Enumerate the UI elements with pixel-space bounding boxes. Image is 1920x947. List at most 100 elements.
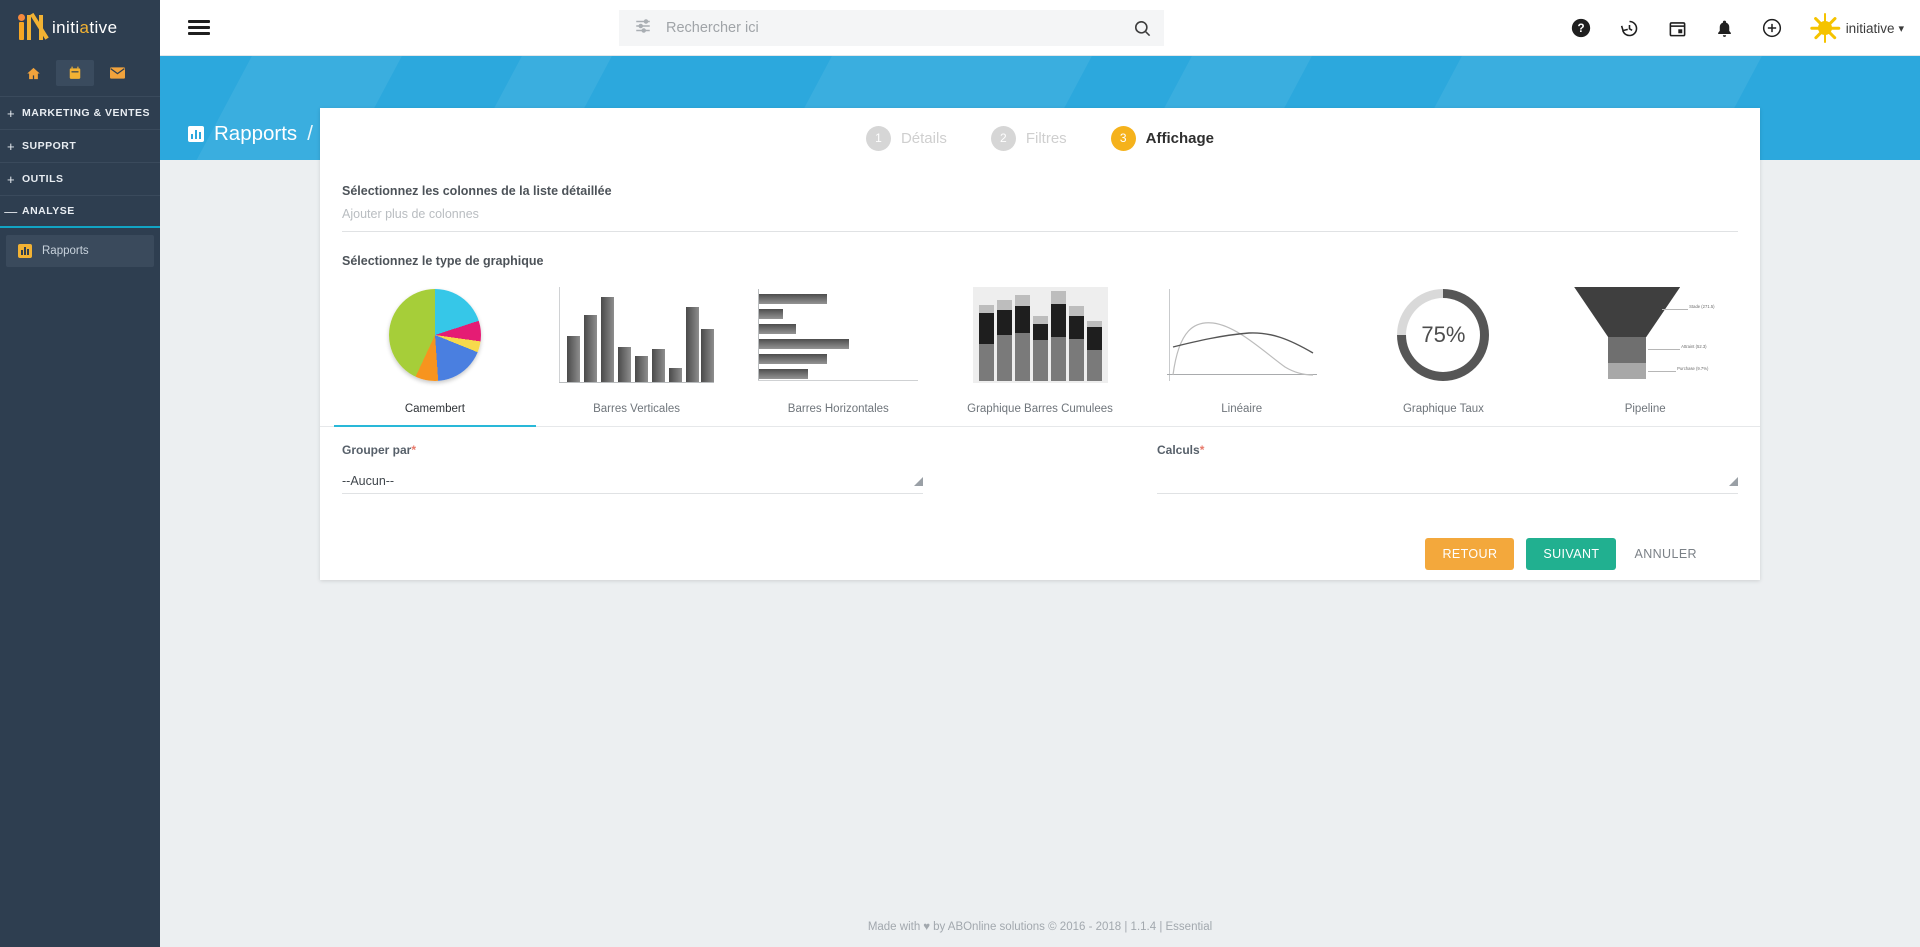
wizard-actions: RETOUR SUIVANT ANNULER bbox=[320, 494, 1760, 570]
required-marker: * bbox=[411, 443, 417, 457]
sidebar-section-label: SUPPORT bbox=[22, 140, 77, 152]
chart-type-option-barres-verticales[interactable]: Barres Verticales bbox=[536, 277, 738, 426]
sidebar: initiative + MARKETING & VENTES + SUPPOR… bbox=[0, 0, 160, 947]
group-by-select[interactable]: --Aucun-- bbox=[342, 469, 923, 494]
expand-icon: + bbox=[6, 138, 16, 154]
calculations-label-text: Calculs bbox=[1157, 443, 1200, 457]
chevron-down-icon: ▾ bbox=[1898, 22, 1904, 35]
sidebar-section-outils[interactable]: + OUTILS bbox=[0, 162, 160, 195]
search-bar bbox=[619, 10, 1164, 46]
funnel-stage-label: Stade (271.5) bbox=[1689, 304, 1715, 309]
next-button[interactable]: SUIVANT bbox=[1526, 538, 1617, 570]
search-input[interactable] bbox=[652, 20, 1120, 36]
app-logo[interactable]: initiative bbox=[0, 0, 160, 56]
columns-input[interactable]: Ajouter plus de colonnes bbox=[342, 207, 1738, 232]
chart-type-option-barres-cumulees[interactable]: Graphique Barres Cumulees bbox=[939, 277, 1141, 426]
group-by-value: --Aucun-- bbox=[342, 474, 395, 488]
aggregation-fields: Grouper par* --Aucun-- Calculs* bbox=[320, 427, 1760, 494]
group-by-label: Grouper par* bbox=[342, 443, 923, 457]
chart-type-option-pipeline[interactable]: Stade (271.5) Attraint (52.3) Purchase (… bbox=[1544, 277, 1746, 426]
chart-type-name: Barres Verticales bbox=[593, 403, 681, 415]
sidebar-item-label: Rapports bbox=[42, 245, 89, 257]
step-label: Filtres bbox=[1025, 129, 1067, 147]
dropdown-arrow-icon bbox=[914, 476, 923, 486]
step-label: Affichage bbox=[1145, 129, 1215, 147]
chart-type-name: Graphique Taux bbox=[1402, 403, 1484, 415]
footer-prefix: Made with bbox=[867, 921, 921, 933]
footer-suffix: by ABOnline solutions © 2016 - 2018 | 1.… bbox=[933, 921, 1213, 933]
pie-chart-thumbnail bbox=[338, 283, 532, 387]
expand-icon: + bbox=[6, 105, 16, 121]
user-name-label: initiative bbox=[1845, 20, 1895, 36]
plus-circle-icon[interactable] bbox=[1762, 18, 1782, 38]
step-number: 1 bbox=[865, 125, 891, 151]
sidebar-item-rapports[interactable]: Rapports bbox=[6, 235, 154, 267]
group-by-label-text: Grouper par bbox=[342, 443, 412, 457]
top-bar: ? bbox=[160, 0, 1920, 56]
sidebar-section-marketing[interactable]: + MARKETING & VENTES bbox=[0, 96, 160, 129]
user-menu[interactable]: initiative ▾ bbox=[1809, 13, 1904, 43]
chart-type-option-barres-horizontales[interactable]: Barres Horizontales bbox=[737, 277, 939, 426]
hamburger-icon[interactable] bbox=[188, 20, 210, 35]
line-chart-thumbnail bbox=[1145, 283, 1339, 387]
breadcrumb-separator: / bbox=[307, 122, 313, 145]
cancel-button[interactable]: ANNULER bbox=[1628, 538, 1714, 570]
chart-type-name: Graphique Barres Cumulees bbox=[967, 403, 1113, 415]
sidebar-section-label: MARKETING & VENTES bbox=[22, 107, 151, 119]
vertical-bar-chart-thumbnail bbox=[540, 283, 734, 387]
chart-type-selector: Camembert Barres Verticales Barres Horiz… bbox=[320, 277, 1760, 427]
sidebar-section-support[interactable]: + SUPPORT bbox=[0, 129, 160, 162]
step-number: 3 bbox=[1110, 125, 1136, 151]
funnel-chart-thumbnail: Stade (271.5) Attraint (52.3) Purchase (… bbox=[1548, 283, 1742, 387]
horizontal-bar-chart-thumbnail bbox=[741, 283, 935, 387]
svg-text:?: ? bbox=[1577, 22, 1584, 35]
sidebar-section-label: OUTILS bbox=[22, 173, 64, 185]
step-label: Détails bbox=[900, 129, 947, 147]
chart-type-option-lineaire[interactable]: Linéaire bbox=[1141, 277, 1343, 426]
chart-type-name: Camembert bbox=[404, 403, 465, 415]
wizard-step-details[interactable]: 1 Détails bbox=[865, 125, 947, 151]
funnel-stage-label: Attraint (52.3) bbox=[1681, 344, 1707, 349]
calendar-icon[interactable] bbox=[56, 60, 94, 86]
funnel-stage-label: Purchase (9.7%) bbox=[1677, 366, 1709, 371]
expand-icon: + bbox=[6, 171, 16, 187]
wizard-step-affichage[interactable]: 3 Affichage bbox=[1110, 125, 1215, 151]
wizard-steps: 1 Détails 2 Filtres 3 Affichage bbox=[320, 108, 1760, 168]
logo-text-part1: initi bbox=[52, 18, 80, 37]
logo-text-accent: a bbox=[79, 18, 90, 37]
sidebar-section-analyse[interactable]: — ANALYSE bbox=[0, 195, 160, 228]
breadcrumb-root[interactable]: Rapports bbox=[214, 122, 297, 146]
dropdown-arrow-icon bbox=[1729, 476, 1738, 486]
heart-icon: ♥ bbox=[923, 921, 931, 933]
required-marker: * bbox=[1199, 443, 1205, 457]
group-by-field: Grouper par* --Aucun-- bbox=[342, 443, 923, 494]
help-icon[interactable]: ? bbox=[1571, 18, 1591, 38]
footer: Made with ♥ by ABOnline solutions © 2016… bbox=[160, 907, 1920, 947]
collapse-icon: — bbox=[4, 203, 18, 219]
calculations-field: Calculs* bbox=[1157, 443, 1738, 494]
quick-actions bbox=[0, 56, 160, 96]
app-root: initiative + MARKETING & VENTES + SUPPOR… bbox=[0, 0, 1920, 947]
mail-icon[interactable] bbox=[98, 60, 136, 86]
sidebar-section-label: ANALYSE bbox=[22, 205, 75, 217]
back-button[interactable]: RETOUR bbox=[1425, 538, 1515, 570]
gauge-chart-thumbnail: 75% bbox=[1347, 283, 1541, 387]
report-icon bbox=[188, 126, 204, 142]
search-icon[interactable] bbox=[1120, 19, 1164, 38]
calculations-select[interactable] bbox=[1157, 469, 1738, 494]
chart-type-label: Sélectionnez le type de graphique bbox=[342, 254, 544, 268]
bell-icon[interactable] bbox=[1715, 19, 1734, 38]
gauge-value-label: 75% bbox=[1406, 298, 1481, 372]
top-bar-icons: ? initiative ▾ bbox=[1571, 0, 1904, 56]
columns-selector-block: Sélectionnez les colonnes de la liste dé… bbox=[320, 168, 1760, 232]
tune-icon[interactable] bbox=[634, 17, 652, 40]
report-wizard-card: 1 Détails 2 Filtres 3 Affichage Sélectio… bbox=[320, 108, 1760, 580]
chart-type-option-camembert[interactable]: Camembert bbox=[334, 277, 536, 427]
home-icon[interactable] bbox=[14, 60, 52, 86]
step-number: 2 bbox=[990, 125, 1016, 151]
chart-type-option-graphique-taux[interactable]: 75% Graphique Taux bbox=[1343, 277, 1545, 426]
wizard-step-filtres[interactable]: 2 Filtres bbox=[990, 125, 1067, 151]
history-icon[interactable] bbox=[1619, 18, 1640, 39]
sun-avatar-icon bbox=[1809, 13, 1840, 43]
calendar-icon[interactable] bbox=[1668, 19, 1687, 38]
